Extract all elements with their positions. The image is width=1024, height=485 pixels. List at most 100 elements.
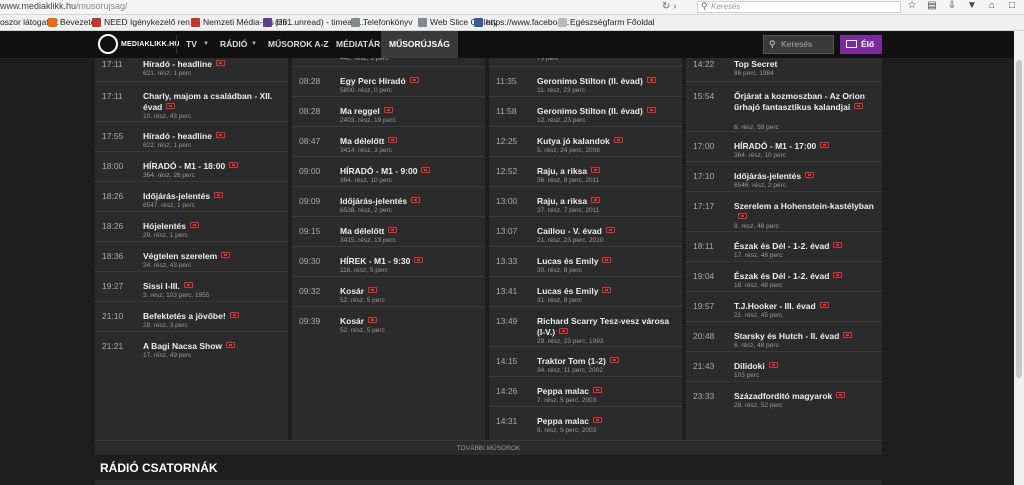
program-row[interactable]: 19:57 T.J.Hooker - III. évad 21. rész, 45 … bbox=[686, 291, 882, 321]
program-title[interactable]: Dilidoki bbox=[734, 361, 874, 372]
bookmark-item[interactable]: Telefonkönyv bbox=[351, 17, 413, 27]
program-title[interactable]: HÍRADÓ - M1 - 9:00 bbox=[340, 166, 480, 177]
site-search-input[interactable]: ⚲ Keresés bbox=[763, 35, 834, 54]
program-row[interactable]: 11:58 Geronimo Stilton (II. évad) 12. rész… bbox=[489, 96, 682, 126]
browser-search-input[interactable]: ⚲ Keresés bbox=[697, 1, 901, 13]
program-row[interactable]: 18:26 Hójelentés 29. rész, 1 perc bbox=[95, 211, 288, 241]
program-title[interactable]: Időjárás-jelentés bbox=[340, 196, 480, 207]
program-row[interactable]: 14:15 Traktor Tom (1-2) 34. rész, 11 perc,… bbox=[489, 346, 682, 376]
program-row[interactable]: 23:33 Századforditó magyarok 28. rész, 52 … bbox=[686, 381, 882, 411]
program-row[interactable]: 13:00 Raju, a riksa 37. rész, 7 perc, 2011 bbox=[489, 186, 682, 216]
program-row[interactable]: 09:39 Kosár 52. rész, 5 perc bbox=[292, 306, 485, 336]
program-row[interactable]: 17:00 HÍRADÓ - M1 - 17:00 364. rész, 10 pe… bbox=[686, 131, 882, 161]
program-row[interactable]: 14:31 Peppa malac 8. rész, 5 perc, 2003 bbox=[489, 406, 682, 436]
program-row[interactable]: 17:17 Szerelem a Hohenstein-kastélyban 8. … bbox=[686, 191, 882, 231]
program-title[interactable]: Végtelen szerelem bbox=[143, 251, 283, 262]
program-row[interactable]: 13:41 Lucas és Emily 31. rész, 8 perc bbox=[489, 276, 682, 306]
program-title[interactable]: Geronimo Stilton (II. évad) bbox=[537, 106, 677, 117]
chevron-down-icon[interactable]: ▼ bbox=[251, 31, 257, 58]
program-title[interactable]: Befektetés a jövőbe! bbox=[143, 311, 283, 322]
program-row[interactable]: 12:25 Kutya jó kalandok 5. rész, 24 perc, … bbox=[489, 126, 682, 156]
program-row[interactable]: 21:10 Befektetés a jövőbe! 28. rész, 3 per… bbox=[95, 301, 288, 331]
program-row[interactable]: 14:26 Peppa malac 7. rész, 5 perc, 2003 bbox=[489, 376, 682, 406]
logo-text[interactable]: MEDIAKLIKK.HU bbox=[121, 41, 180, 48]
program-row[interactable]: 17:10 Időjárás-jelentés 6546. rész, 2 perc bbox=[686, 161, 882, 191]
bookmark-item[interactable]: NEED Igénykezelő ren... bbox=[92, 17, 197, 27]
program-title[interactable]: Lucas és Emily bbox=[537, 256, 677, 267]
nav-radio[interactable]: RÁDIÓ bbox=[220, 31, 247, 58]
nav-musorujsag[interactable]: MŰSORÚJSÁG bbox=[381, 31, 458, 58]
nav-mediatar[interactable]: MÉDIATÁR bbox=[336, 31, 380, 58]
nav-musorok-a-z[interactable]: MŰSOROK A-Z bbox=[268, 31, 329, 58]
bookmark-item[interactable]: https://www.faceboo... bbox=[474, 17, 569, 27]
program-row[interactable]: 13:07 Caillou - V. évad 21. rész, 23 perc,… bbox=[489, 216, 682, 246]
download-icon[interactable]: ⇩ bbox=[946, 0, 958, 15]
program-title[interactable]: Hójelentés bbox=[143, 221, 283, 232]
bookmark-item[interactable]: Egészségfarm Főoldal bbox=[558, 17, 655, 27]
program-title[interactable]: Szerelem a Hohenstein-kastélyban bbox=[734, 201, 874, 223]
program-title[interactable]: Századforditó magyarok bbox=[734, 391, 874, 402]
program-title[interactable]: Észak és Dél - 1-2. évad bbox=[734, 241, 874, 252]
program-row[interactable]: 18:26 Időjárás-jelentés 6547. rész, 1 perc bbox=[95, 181, 288, 211]
program-row[interactable]: 14:22 Top Secret 86 perc, 1984 bbox=[686, 58, 882, 81]
program-title[interactable]: Ma reggel bbox=[340, 106, 480, 117]
browser-address-bar[interactable]: www.mediaklikk.hu/musorujsag/ ↻ › ⚲ Keres… bbox=[0, 0, 1024, 15]
program-row[interactable]: 12:52 Raju, a riksa 36. rész, 8 perc, 2011 bbox=[489, 156, 682, 186]
program-row[interactable]: 18:00 HÍRADÓ - M1 - 18:00 364. rész, 26 pe… bbox=[95, 151, 288, 181]
program-title[interactable]: HÍREK - M1 - 9:30 bbox=[340, 256, 480, 267]
program-title[interactable]: Egy Perc Híradó bbox=[340, 76, 480, 87]
program-row[interactable]: 18:36 Végtelen szerelem 24. rész, 43 perc bbox=[95, 241, 288, 271]
url-text[interactable]: www.mediaklikk.hu/musorujsag/ bbox=[0, 1, 128, 11]
bookmark-star-icon[interactable]: ☆ bbox=[906, 0, 918, 15]
scrollbar-thumb[interactable] bbox=[1016, 60, 1022, 378]
program-row[interactable]: 08:28 Egy Perc Híradó 5800. rész, 0 perc bbox=[292, 66, 485, 96]
program-title[interactable]: Őrjárat a kozmoszban - Az Orion űrhajó f… bbox=[734, 91, 874, 113]
program-row[interactable]: 19:04 Észak és Dél - 1-2. évad 18. rész, 4… bbox=[686, 261, 882, 291]
program-row[interactable]: 79 perc bbox=[489, 58, 682, 66]
program-row[interactable]: 09:32 Kosár 52. rész, 5 perc bbox=[292, 276, 485, 306]
live-button[interactable]: Élő bbox=[840, 35, 882, 54]
program-title[interactable]: Richard Scarry Tesz-vesz városa (I-V.) bbox=[537, 316, 677, 338]
program-row[interactable]: 15:54 Őrjárat a kozmoszban - Az Orion űrh… bbox=[686, 81, 882, 131]
program-title[interactable]: Időjárás-jelentés bbox=[734, 171, 874, 182]
program-title[interactable]: Kutya jó kalandok bbox=[537, 136, 677, 147]
home-icon[interactable]: ⌂ bbox=[986, 0, 998, 15]
mediaklikk-logo-icon[interactable] bbox=[98, 34, 118, 54]
program-title[interactable]: Starsky és Hutch - II. évad bbox=[734, 331, 874, 342]
program-row[interactable]: 21:21 A Bagi Nacsa Show 17. rész, 49 perc bbox=[95, 331, 288, 361]
program-title[interactable]: Sissi I-III. bbox=[143, 281, 283, 292]
program-row[interactable]: 17:11 Híradó - headline 621. rész, 1 perc bbox=[95, 58, 288, 81]
program-row[interactable]: 442. rész, 1 perc bbox=[292, 58, 485, 66]
more-programs-link[interactable]: TOVÁBBI MŰSOROK bbox=[95, 440, 882, 455]
program-title[interactable]: Ma délelőtt bbox=[340, 136, 480, 147]
program-title[interactable]: Ma délelőtt bbox=[340, 226, 480, 237]
chevron-down-icon[interactable]: ▼ bbox=[203, 31, 209, 58]
program-row[interactable]: 13:49 Richard Scarry Tesz-vesz városa (I-… bbox=[489, 306, 682, 346]
program-title[interactable]: Raju, a riksa bbox=[537, 166, 677, 177]
program-row[interactable]: 13:33 Lucas és Emily 30. rész, 8 perc bbox=[489, 246, 682, 276]
program-title[interactable]: Kosár bbox=[340, 286, 480, 297]
program-title[interactable]: HÍRADÓ - M1 - 18:00 bbox=[143, 161, 283, 172]
program-title[interactable]: A Bagi Nacsa Show bbox=[143, 341, 283, 352]
program-row[interactable]: 17:55 Híradó - headline 622. rész, 1 perc bbox=[95, 121, 288, 151]
program-title[interactable]: Peppa malac bbox=[537, 386, 677, 397]
program-title[interactable]: Híradó - headline bbox=[143, 59, 283, 70]
program-row[interactable]: 08:28 Ma reggel 2403. rész, 19 perc bbox=[292, 96, 485, 126]
program-title[interactable]: HÍRADÓ - M1 - 17:00 bbox=[734, 141, 874, 152]
chat-icon[interactable]: □ bbox=[1006, 0, 1018, 15]
program-row[interactable]: 19:27 Sissi I-III. 3. rész, 103 perc, 1955 bbox=[95, 271, 288, 301]
reading-list-icon[interactable]: ▤ bbox=[926, 0, 938, 15]
program-title[interactable]: Caillou - V. évad bbox=[537, 226, 677, 237]
program-title[interactable]: Raju, a riksa bbox=[537, 196, 677, 207]
program-title[interactable]: Charly, majom a családban - XII. évad bbox=[143, 91, 283, 113]
program-title[interactable]: Geronimo Stilton (II. évad) bbox=[537, 76, 677, 87]
program-title[interactable]: Időjárás-jelentés bbox=[143, 191, 283, 202]
program-row[interactable]: 08:47 Ma délelőtt 3414. rész, 3 perc bbox=[292, 126, 485, 156]
pocket-icon[interactable]: ▼ bbox=[966, 0, 978, 15]
program-row[interactable]: 20:48 Starsky és Hutch - II. évad 6. rész,… bbox=[686, 321, 882, 351]
program-row[interactable]: 09:15 Ma délelőtt 3415. rész, 13 perc bbox=[292, 216, 485, 246]
program-row[interactable]: 17:11 Charly, majom a családban - XII. év… bbox=[95, 81, 288, 121]
program-row[interactable]: 09:30 HÍREK - M1 - 9:30 116. rész, 5 perc bbox=[292, 246, 485, 276]
program-row[interactable]: 21:43 Dilidoki 103 perc bbox=[686, 351, 882, 381]
program-title[interactable]: Lucas és Emily bbox=[537, 286, 677, 297]
